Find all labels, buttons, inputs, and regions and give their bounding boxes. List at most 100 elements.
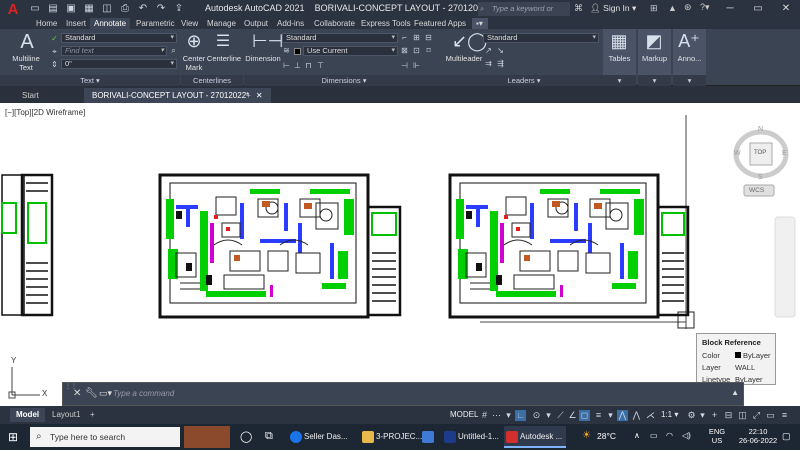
tab-featured-apps[interactable]: Featured Apps (410, 18, 470, 29)
tab-express-tools[interactable]: Express Tools (357, 18, 415, 29)
dim-tool-5-icon[interactable]: ⊡ (412, 46, 421, 55)
web-mobile-icon[interactable]: ◫ (100, 2, 114, 16)
weather-icon[interactable]: ☀︎ (582, 430, 591, 441)
annotation-visibility-icon[interactable]: ⋀ (617, 410, 628, 421)
lineweight-icon[interactable]: ≡ (593, 410, 604, 421)
snap-icon[interactable]: ⋯ (491, 410, 502, 421)
wcs-menu[interactable]: WCS (749, 187, 764, 194)
task-view-icon[interactable]: ◯ (240, 430, 252, 443)
grid-icon[interactable]: # (479, 410, 490, 421)
tab-view[interactable]: View (177, 18, 202, 29)
tab-home[interactable]: Home (32, 18, 61, 29)
drawing-canvas[interactable]: [−][Top][2D Wireframe] N S W E TOP WCS Y… (0, 103, 800, 406)
command-line[interactable]: ⋮⋮ ✕ 🔧︎ ▭▾ Type a command ▲ (62, 382, 744, 406)
workspace-gear-icon[interactable]: ⚙ (686, 410, 697, 421)
layout-tab-layout1[interactable]: Layout1 (46, 408, 86, 422)
object-snap-tracking-icon[interactable]: ∠ (567, 410, 578, 421)
tab-output[interactable]: Output (240, 18, 272, 29)
new-file-icon[interactable]: ▭ (28, 2, 42, 16)
task-view-2-icon[interactable]: ⧉ (265, 430, 273, 443)
centerline-button[interactable]: Centerline (204, 54, 244, 63)
tab-parametric[interactable]: Parametric (132, 18, 179, 29)
volume-icon[interactable]: ◁) (682, 431, 691, 440)
tab-annotate[interactable]: Annotate (90, 18, 131, 29)
quick-dim-icon[interactable]: ⊥ (293, 61, 302, 70)
ortho-icon[interactable]: ∟ (515, 410, 526, 421)
viewcube-top-face[interactable]: TOP (754, 150, 766, 156)
markup-button[interactable]: Markup (638, 54, 671, 63)
viewcube-east[interactable]: E (782, 150, 787, 157)
hardware-acceleration-icon[interactable]: ▭ (765, 410, 776, 421)
annotation-scaling-icon[interactable]: A⁺ (678, 31, 700, 52)
weather-temperature[interactable]: 28°C (597, 431, 616, 441)
open-folder-icon[interactable]: ▤ (46, 2, 60, 16)
dim-tool-8-icon[interactable]: ⊩ (412, 61, 421, 70)
exchange-icon[interactable]: ⊛ (684, 2, 692, 13)
command-history-icon[interactable]: ▲ (731, 388, 739, 397)
check-spelling-icon[interactable]: ✓ (50, 34, 59, 43)
snap-dropdown-icon[interactable]: ▾ (503, 410, 514, 421)
leaders-panel-footer[interactable]: Leaders ▾ (444, 75, 604, 86)
autodesk-a360-icon[interactable]: ▲ (668, 3, 677, 13)
dimensions-panel-footer[interactable]: Dimensions ▾ (244, 75, 444, 86)
customization-menu-icon[interactable]: ≡ (779, 410, 790, 421)
wifi-icon[interactable]: ◠ (666, 431, 673, 440)
dim-tool-3-icon[interactable]: ⊟ (424, 33, 433, 42)
taskbar-app-explorer[interactable]: 3-PROJEC... (360, 426, 422, 448)
add-layout-icon[interactable]: + (84, 408, 101, 422)
add-leader-icon[interactable]: ↗ (484, 46, 493, 55)
print-icon[interactable]: ⎙ (118, 2, 132, 16)
annotation-button[interactable]: Anno... (673, 54, 706, 63)
multiline-text-button[interactable]: Multiline Text (4, 54, 48, 72)
remove-leader-icon[interactable]: ↘ (496, 46, 505, 55)
isodraft-icon[interactable]: ⟋ (555, 410, 566, 421)
multiline-text-icon[interactable]: A (16, 31, 38, 54)
share-icon[interactable]: ⇪ (172, 2, 186, 16)
dim-style-dropdown[interactable]: Standard (282, 33, 398, 43)
recent-commands-icon[interactable]: ▭▾ (99, 388, 112, 399)
save-icon[interactable]: ▣ (64, 2, 78, 16)
polar-icon[interactable]: ⊙ (531, 410, 542, 421)
tab-insert[interactable]: Insert (62, 18, 90, 29)
save-as-icon[interactable]: ▦ (82, 2, 96, 16)
tables-expand-icon[interactable]: ▾ (603, 75, 636, 86)
auto-scale-icon[interactable]: ⋀ (631, 410, 642, 421)
text-style-dropdown[interactable]: Standard (61, 33, 177, 43)
navigation-bar[interactable] (774, 216, 796, 318)
collect-leaders-icon[interactable]: ⇶ (496, 59, 505, 68)
annotation-monitor-icon[interactable]: + (709, 410, 720, 421)
viewcube-north[interactable]: N (758, 126, 763, 133)
annotation-expand-icon[interactable]: ▾ (673, 75, 706, 86)
polar-dropdown-icon[interactable]: ▾ (543, 410, 554, 421)
taskbar-search-box[interactable]: ⌕ Type here to search (30, 427, 180, 447)
leader-style-dropdown[interactable]: Standard (483, 33, 599, 43)
dim-break-icon[interactable]: ⊤ (316, 61, 325, 70)
transparency-icon[interactable]: ▾ (605, 410, 616, 421)
network-icon[interactable]: ▭ (650, 431, 658, 440)
customize-icon[interactable]: 🔧︎ (85, 388, 98, 399)
model-space-toggle[interactable]: MODEL (450, 410, 478, 419)
units-icon[interactable]: ⊟ (723, 410, 734, 421)
taskbar-app-photoshop[interactable]: Untitled-1... (442, 426, 502, 448)
autocad-logo-icon[interactable]: A (0, 0, 26, 18)
layout-tab-model[interactable]: Model (10, 408, 46, 422)
viewcube-south[interactable]: S (758, 174, 763, 181)
language-indicator[interactable]: ENG US (708, 427, 726, 445)
dim-tool-1-icon[interactable]: ⌐ (400, 33, 409, 42)
center-mark-icon[interactable]: ⊕ (184, 31, 204, 52)
dimension-icon[interactable]: ⊢⊣ (252, 31, 283, 52)
close-command-icon[interactable]: ✕ (73, 388, 81, 399)
cart-icon[interactable]: ⊞ (650, 3, 658, 14)
minimize-icon[interactable]: ─ (716, 0, 744, 18)
centerline-icon[interactable]: ☰ (212, 31, 234, 51)
text-panel-footer[interactable]: Text ▾ (0, 75, 180, 86)
taskbar-app-edge[interactable]: Seller Das... (288, 426, 356, 448)
find-search-icon[interactable]: ⌕ (169, 46, 178, 55)
workspace-dropdown-icon[interactable]: ▾ (697, 410, 708, 421)
annotation-scale-dropdown[interactable]: 1:1 ▾ (661, 410, 678, 419)
taskbar-app-3[interactable] (420, 426, 440, 448)
table-icon[interactable]: ▦ (608, 31, 630, 52)
help-icon[interactable]: ?▾ (700, 2, 710, 13)
multileader-button[interactable]: Multileader (444, 54, 484, 63)
search-highlight-icon[interactable] (184, 426, 230, 448)
